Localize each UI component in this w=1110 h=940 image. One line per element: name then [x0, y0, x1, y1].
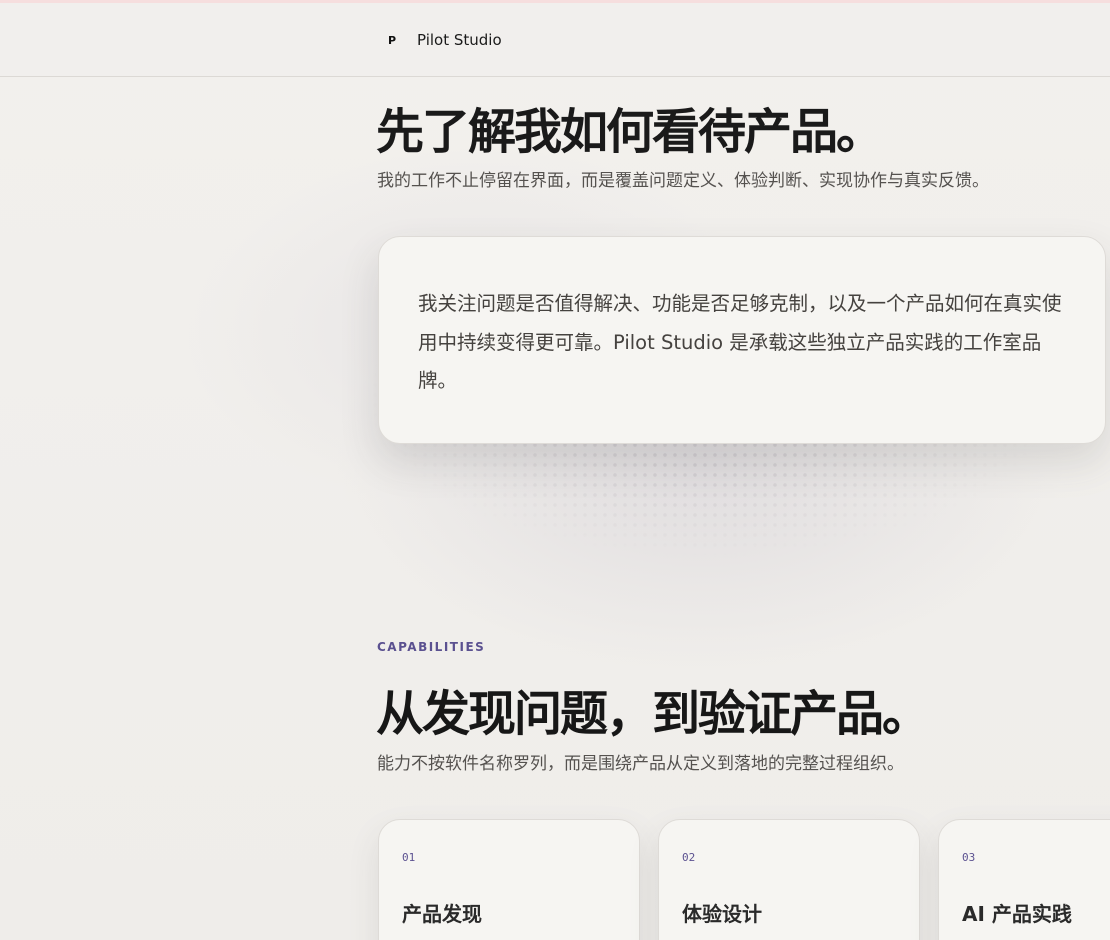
intro-title: 先了解我如何看待产品。	[376, 104, 884, 160]
capability-card-experience-design[interactable]: 02 体验设计	[658, 819, 920, 940]
capabilities-eyebrow: CAPABILITIES	[377, 640, 486, 654]
capability-number: 01	[402, 851, 416, 864]
brand-name: Pilot Studio	[417, 31, 502, 49]
capability-title: 产品发现	[402, 902, 482, 926]
capabilities-title: 从发现问题，到验证产品。	[376, 686, 930, 742]
about-card: 我关注问题是否值得解决、功能是否足够克制，以及一个产品如何在真实使用中持续变得更…	[378, 236, 1106, 444]
about-card-text: 我关注问题是否值得解决、功能是否足够克制，以及一个产品如何在真实使用中持续变得更…	[418, 292, 1062, 392]
capability-number: 03	[962, 851, 976, 864]
brand-logo-icon: P	[387, 33, 397, 47]
capability-number: 02	[682, 851, 696, 864]
capability-title: AI 产品实践	[962, 902, 1072, 926]
page: P Pilot Studio 先了解我如何看待产品。 我的工作不止停留在界面，而…	[0, 0, 1110, 940]
site-header: P Pilot Studio	[0, 3, 1110, 77]
capability-card-ai-product[interactable]: 03 AI 产品实践	[938, 819, 1110, 940]
capability-title: 体验设计	[682, 902, 762, 926]
capability-card-product-discovery[interactable]: 01 产品发现	[378, 819, 640, 940]
capabilities-subtitle: 能力不按软件名称罗列，而是围绕产品从定义到落地的完整过程组织。	[377, 754, 904, 774]
intro-subtitle: 我的工作不止停留在界面，而是覆盖问题定义、体验判断、实现协作与真实反馈。	[377, 171, 989, 191]
brand-link[interactable]: P Pilot Studio	[377, 27, 502, 53]
